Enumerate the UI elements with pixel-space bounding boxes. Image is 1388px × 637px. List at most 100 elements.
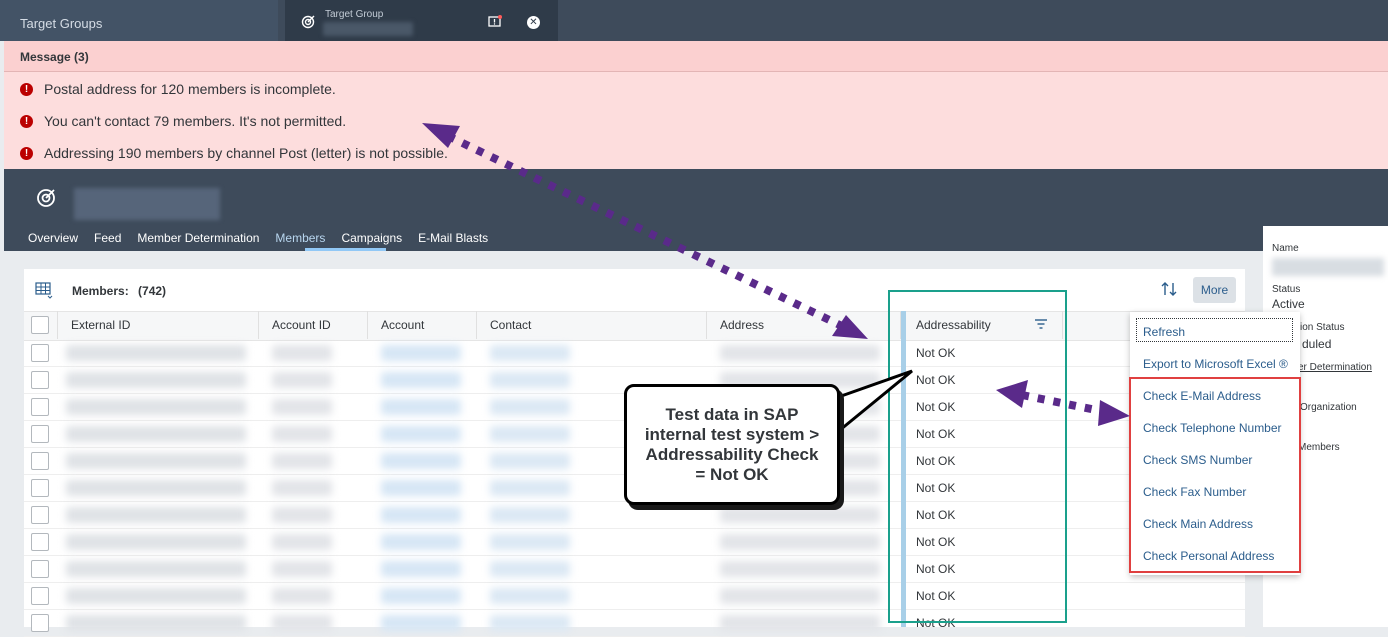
members-count: (742)	[138, 284, 167, 298]
redacted-cell	[66, 615, 246, 631]
object-nav-tabs: Overview Feed Member Determination Membe…	[28, 231, 504, 251]
column-header-account-id[interactable]: Account ID	[272, 318, 331, 332]
redacted-cell	[490, 588, 570, 604]
menu-item-refresh[interactable]: Refresh	[1143, 325, 1185, 339]
status-value: Active	[1272, 297, 1305, 311]
row-checkbox[interactable]	[31, 398, 49, 416]
redacted-cell	[66, 399, 246, 415]
redacted-cell	[66, 507, 246, 523]
row-checkbox[interactable]	[31, 587, 49, 605]
members-title-label: Members:	[72, 284, 129, 298]
redacted-cell	[381, 480, 461, 496]
column-header-address[interactable]: Address	[720, 318, 764, 332]
callout-line: internal test system >	[644, 425, 820, 444]
redacted-cell	[490, 399, 570, 415]
table-settings-icon[interactable]	[34, 281, 54, 299]
message-item: ! Addressing 190 members by channel Post…	[20, 144, 448, 162]
select-all-checkbox[interactable]	[31, 316, 49, 334]
member-determination-link[interactable]: er Determination	[1298, 362, 1372, 373]
redacted-cell	[381, 507, 461, 523]
tab-overview[interactable]: Overview	[28, 231, 94, 251]
close-tab-icon[interactable]: ✕	[527, 16, 540, 29]
redacted-cell	[490, 480, 570, 496]
execution-status-value: duled	[1302, 337, 1332, 351]
tab-email-blasts[interactable]: E-Mail Blasts	[418, 231, 504, 251]
menu-item-export-excel[interactable]: Export to Microsoft Excel ®	[1143, 357, 1288, 371]
more-button[interactable]: More	[1193, 277, 1236, 303]
addressability-highlight-box	[888, 290, 1067, 623]
redacted-cell	[66, 561, 246, 577]
redacted-cell	[381, 534, 461, 550]
message-item: ! Postal address for 120 members is inco…	[20, 80, 336, 98]
redacted-cell	[381, 615, 461, 631]
organization-label: Organization	[1300, 402, 1357, 413]
check-options-highlight-box	[1129, 377, 1301, 573]
redacted-cell	[490, 426, 570, 442]
notification-icon[interactable]	[488, 15, 502, 29]
column-header-account[interactable]: Account	[381, 318, 424, 332]
column-separator	[706, 311, 707, 339]
status-label: Status	[1272, 284, 1301, 295]
redacted-cell	[381, 588, 461, 604]
name-label: Name	[1272, 243, 1299, 254]
tab-target-group-label: Target Group	[325, 9, 384, 20]
members-title: Members: (742)	[72, 284, 166, 298]
message-item: ! You can't contact 79 members. It's not…	[20, 112, 346, 130]
redacted-cell	[720, 507, 880, 523]
active-tab-indicator	[305, 248, 386, 251]
tab-member-determination[interactable]: Member Determination	[137, 231, 275, 251]
tab-target-group[interactable]: Target Group ✕	[285, 0, 558, 41]
row-checkbox[interactable]	[31, 371, 49, 389]
redacted-cell	[272, 453, 332, 469]
callout-line: Addressability Check	[645, 445, 819, 464]
redacted-cell	[720, 615, 880, 631]
redacted-cell	[720, 534, 880, 550]
redacted-cell	[490, 507, 570, 523]
column-header-external-id[interactable]: External ID	[71, 318, 130, 332]
redacted-cell	[381, 345, 461, 361]
redacted-cell	[720, 561, 880, 577]
redacted-cell	[272, 345, 332, 361]
tab-feed[interactable]: Feed	[94, 231, 137, 251]
column-header-contact[interactable]: Contact	[490, 318, 531, 332]
row-checkbox[interactable]	[31, 614, 49, 632]
redacted-cell	[272, 615, 332, 631]
members-label: Members	[1298, 442, 1340, 453]
redacted-cell	[490, 345, 570, 361]
message-text: Addressing 190 members by channel Post (…	[44, 145, 448, 161]
name-value-redacted	[1272, 258, 1384, 276]
message-text: You can't contact 79 members. It's not p…	[44, 113, 347, 129]
row-checkbox[interactable]	[31, 560, 49, 578]
error-icon: !	[20, 114, 33, 128]
message-header: Message (3)	[4, 41, 1388, 72]
redacted-cell	[490, 561, 570, 577]
redacted-cell	[720, 588, 880, 604]
redacted-cell	[490, 615, 570, 631]
redacted-cell	[490, 534, 570, 550]
row-checkbox[interactable]	[31, 425, 49, 443]
row-checkbox[interactable]	[31, 533, 49, 551]
row-checkbox[interactable]	[31, 452, 49, 470]
column-separator	[367, 311, 368, 339]
redacted-cell	[381, 561, 461, 577]
redacted-cell	[272, 588, 332, 604]
error-icon: !	[20, 146, 33, 160]
redacted-cell	[490, 372, 570, 388]
redacted-cell	[66, 588, 246, 604]
redacted-cell	[66, 534, 246, 550]
row-checkbox[interactable]	[31, 506, 49, 524]
redacted-cell	[381, 426, 461, 442]
redacted-cell	[381, 399, 461, 415]
error-icon: !	[20, 82, 33, 96]
redacted-cell	[272, 372, 332, 388]
redacted-cell	[66, 372, 246, 388]
redacted-cell	[272, 534, 332, 550]
message-text: Postal address for 120 members is incomp…	[44, 81, 336, 97]
sort-icon[interactable]	[1160, 280, 1178, 298]
callout-line: = Not OK	[695, 465, 769, 484]
row-checkbox[interactable]	[31, 479, 49, 497]
row-checkbox[interactable]	[31, 344, 49, 362]
tab-target-groups[interactable]: Target Groups	[0, 0, 278, 41]
column-separator	[57, 311, 58, 339]
redacted-cell	[66, 345, 246, 361]
